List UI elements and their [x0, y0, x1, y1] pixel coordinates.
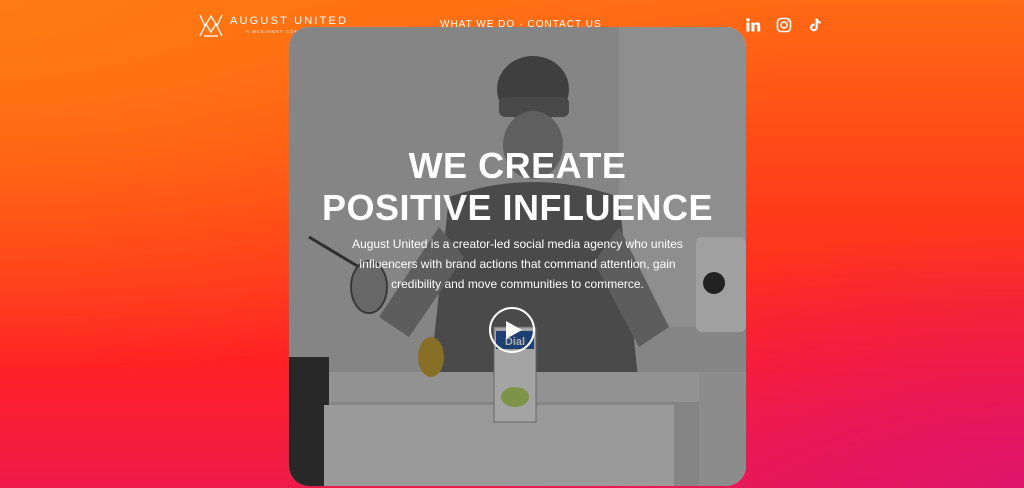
play-video-button[interactable]	[489, 307, 535, 353]
play-icon	[506, 321, 522, 339]
logo-name: AUGUST UNITED	[230, 15, 349, 27]
logo-mark-icon	[199, 14, 223, 37]
instagram-icon[interactable]	[776, 17, 792, 33]
hero-title: WE CREATE POSITIVE INFLUENCE	[289, 145, 746, 229]
hero-description: August United is a creator-led social me…	[352, 237, 683, 291]
linkedin-icon[interactable]	[745, 17, 761, 33]
hero-title-line-1: WE CREATE	[408, 145, 627, 186]
hero-title-line-2: POSITIVE INFLUENCE	[321, 187, 714, 228]
social-links	[745, 17, 823, 33]
hero-video-card[interactable]: Dial WE CREATE POSITIVE INFLUENCE August…	[289, 27, 746, 486]
tiktok-icon[interactable]	[807, 17, 823, 33]
